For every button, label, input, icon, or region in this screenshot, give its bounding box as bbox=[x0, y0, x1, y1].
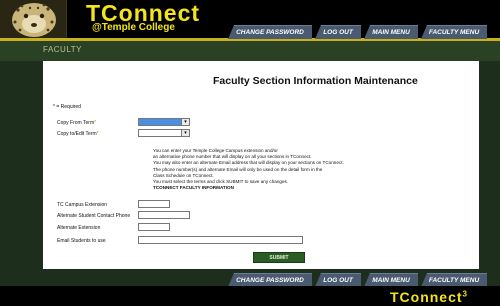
campus-extension-label: TC Campus Extension bbox=[57, 202, 108, 208]
alt-phone-label: Alternate Student Contact Phone bbox=[57, 213, 131, 219]
footer-brand: TConnect3 bbox=[389, 289, 468, 305]
app-subtitle: @Temple College bbox=[92, 22, 175, 33]
required-marker: * bbox=[96, 131, 99, 137]
leopard-icon bbox=[0, 0, 66, 38]
tab-faculty-menu[interactable]: Faculty Menu bbox=[421, 273, 487, 287]
content-panel: Faculty Section Information Maintenance … bbox=[43, 61, 479, 269]
tab-log-out[interactable]: Log Out bbox=[315, 273, 361, 287]
tab-main-menu[interactable]: Main Menu bbox=[364, 273, 418, 287]
alt-phone-input[interactable] bbox=[138, 211, 190, 219]
info-heading: TCONNECT FACULTY INFORMATION bbox=[153, 185, 234, 191]
alt-extension-label: Alternate Extension bbox=[57, 225, 101, 231]
email-input[interactable] bbox=[138, 236, 303, 244]
campus-extension-input[interactable] bbox=[138, 200, 170, 208]
page-title: Faculty Section Information Maintenance bbox=[213, 75, 418, 87]
required-marker: * bbox=[94, 120, 97, 126]
tab-log-out[interactable]: Log Out bbox=[315, 25, 361, 39]
submit-button[interactable]: SUBMIT bbox=[253, 252, 305, 263]
chevron-down-icon[interactable]: ▾ bbox=[181, 130, 189, 136]
tab-faculty-menu[interactable]: Faculty Menu bbox=[421, 25, 487, 39]
copy-from-term-label: Copy From Term* bbox=[57, 120, 97, 126]
alt-extension-input[interactable] bbox=[138, 223, 170, 231]
tab-change-password[interactable]: Change Password bbox=[228, 273, 312, 287]
required-note: * = Required bbox=[53, 104, 81, 110]
chevron-down-icon[interactable]: ▾ bbox=[181, 119, 189, 125]
leopard-logo bbox=[0, 0, 67, 38]
tab-change-password[interactable]: Change Password bbox=[228, 25, 312, 39]
copy-edit-term-select[interactable]: ▾ bbox=[138, 129, 190, 137]
copy-from-term-select[interactable]: ▾ bbox=[138, 118, 190, 126]
copy-edit-term-label: Copy to/Edit Term* bbox=[57, 131, 99, 137]
email-label: Email Students to use bbox=[57, 238, 106, 244]
tab-main-menu[interactable]: Main Menu bbox=[364, 25, 418, 39]
top-nav: Change Password Log Out Main Menu Facult… bbox=[228, 25, 490, 39]
bottom-nav: Change Password Log Out Main Menu Facult… bbox=[228, 273, 490, 287]
section-band: Faculty bbox=[0, 41, 500, 61]
section-label: Faculty bbox=[43, 45, 82, 54]
info-text: You can enter your Temple College Campus… bbox=[153, 148, 423, 191]
